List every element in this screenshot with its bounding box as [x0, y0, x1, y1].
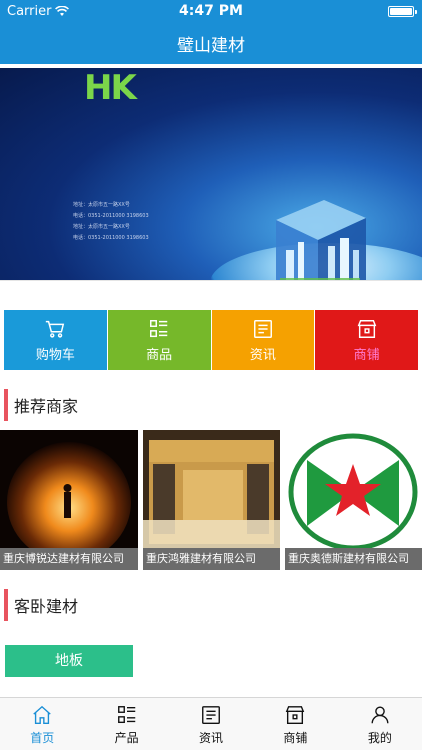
cart-icon	[46, 320, 65, 338]
category-label: 资讯	[249, 347, 276, 363]
merchant-name: 重庆奥德斯建材有限公司	[285, 548, 422, 570]
merchant-card[interactable]: 重庆博锐达建材有限公司	[0, 430, 138, 570]
category-cart[interactable]: 购物车	[4, 310, 107, 370]
tab-label: 首页	[30, 731, 55, 745]
tab-shop[interactable]: 商铺	[253, 698, 337, 750]
tab-label: 资讯	[199, 731, 224, 745]
merchant-card[interactable]: 重庆奥德斯建材有限公司	[285, 430, 422, 570]
banner-contact-info: 地址：太原市五一路XX号 电话：0351-2011000 3198603 地址：…	[73, 200, 149, 244]
merchant-list: 重庆博锐达建材有限公司 重庆鸿雅建材有限公司 重庆奥德斯建材有限公司	[0, 430, 422, 570]
section-header-recommended: 推荐商家	[4, 389, 78, 421]
category-shop[interactable]: 商铺	[315, 310, 418, 370]
category-tiles: 购物车 商品 资讯 商铺	[4, 310, 418, 370]
merchant-name: 重庆博锐达建材有限公司	[0, 548, 138, 570]
tab-news[interactable]: 资讯	[169, 698, 253, 750]
banner-carousel[interactable]: HK 地址：太原市五一路XX号 电话：0351-2011000 3198603 …	[0, 68, 422, 280]
category-label: 商铺	[353, 347, 380, 363]
page-title: 璧山建材	[177, 36, 245, 56]
grid-list-icon	[150, 319, 168, 337]
banner-info-line: 电话：0351-2011000 3198603	[73, 235, 149, 241]
merchant-name: 重庆鸿雅建材有限公司	[143, 548, 280, 570]
merchant-card[interactable]: 重庆鸿雅建材有限公司	[143, 430, 280, 570]
tab-home[interactable]: 首页	[0, 698, 84, 750]
bottom-tab-bar: 首页 产品 资讯 商铺 我的	[0, 697, 422, 750]
news-icon	[253, 319, 272, 338]
shop-icon	[286, 706, 305, 724]
battery-icon	[388, 6, 417, 17]
floor-category-button[interactable]: 地板	[5, 645, 133, 677]
tab-label: 我的	[367, 731, 392, 745]
news-icon	[202, 706, 220, 724]
status-time: 4:47 PM	[179, 3, 243, 19]
section-header-bedroom: 客卧建材	[4, 589, 78, 621]
tab-label: 商铺	[283, 731, 308, 745]
category-label: 商品	[146, 347, 173, 363]
banner-info-line: 地址：太原市五一路XX号	[73, 202, 130, 208]
navigation-bar: Carrier 4:47 PM 璧山建材	[0, 0, 422, 64]
grid-list-icon	[117, 706, 135, 724]
banner-hk-cube-graphic	[276, 200, 366, 280]
section-title: 推荐商家	[14, 397, 79, 416]
category-news[interactable]: 资讯	[211, 310, 315, 370]
tab-mine[interactable]: 我的	[338, 698, 422, 750]
user-icon	[371, 706, 389, 724]
home-icon	[33, 705, 51, 724]
section-title: 客卧建材	[14, 597, 79, 616]
category-products[interactable]: 商品	[107, 310, 211, 370]
divider	[0, 280, 422, 281]
status-bar: Carrier 4:47 PM	[0, 0, 422, 22]
category-label: 购物车	[35, 347, 75, 363]
merchant-logo-star	[285, 430, 422, 548]
banner-logo-letters: HK	[84, 68, 137, 108]
section-accent-bar	[4, 589, 8, 621]
merchant-image-tunnel	[0, 430, 138, 548]
shop-icon	[357, 319, 376, 338]
tab-products[interactable]: 产品	[84, 698, 168, 750]
section-accent-bar	[4, 389, 8, 421]
banner-info-line: 电话：0351-2011000 3198603	[73, 213, 149, 219]
banner-info-line: 地址：太原市五一路XX号	[73, 224, 130, 230]
merchant-image-box	[143, 430, 280, 548]
tab-label: 产品	[114, 731, 139, 745]
